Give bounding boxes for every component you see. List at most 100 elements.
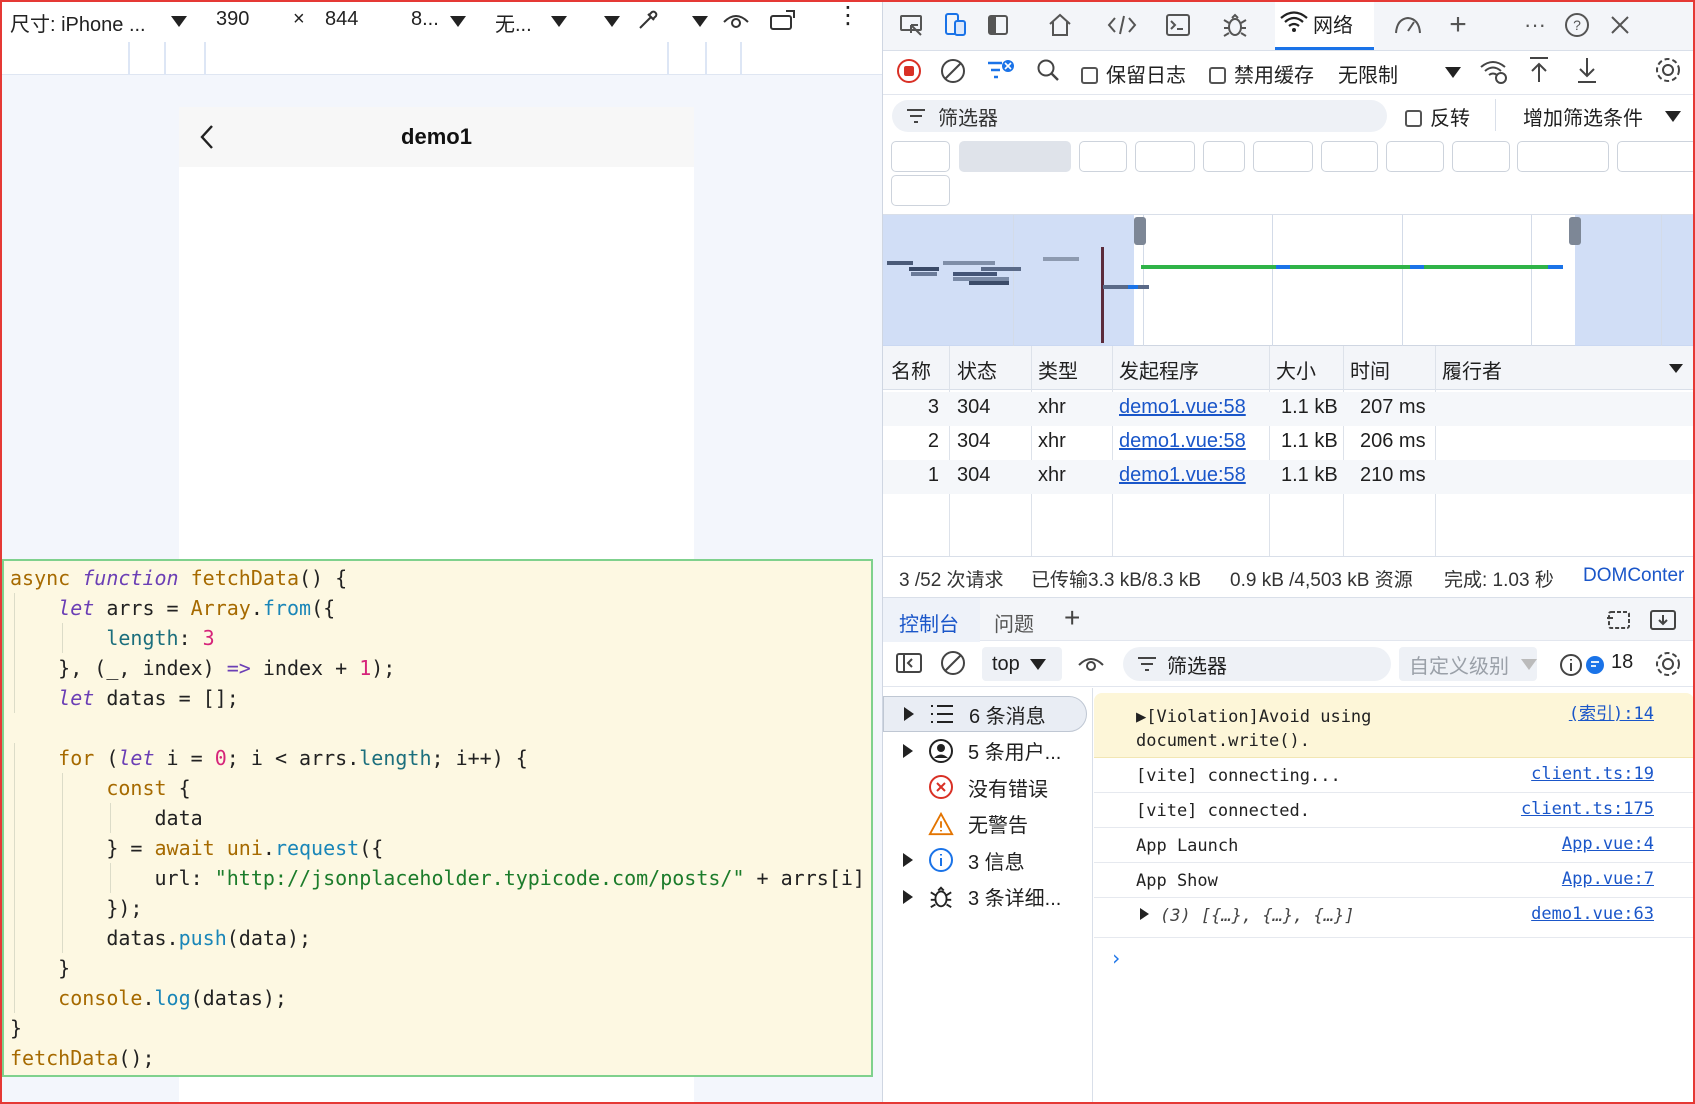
log-levels-select[interactable]: 自定义级别 bbox=[1399, 647, 1537, 681]
preserve-log-checkbox[interactable]: 保留日志 bbox=[1081, 59, 1186, 88]
more-tools-icon[interactable]: ··· bbox=[1520, 10, 1550, 40]
chevron-left-icon[interactable] bbox=[197, 123, 217, 157]
filter-chip-9[interactable] bbox=[1517, 141, 1609, 172]
sidebar-icon[interactable] bbox=[983, 10, 1013, 40]
issues-badge-icon[interactable] bbox=[1585, 655, 1605, 681]
overview-right-handle[interactable] bbox=[1569, 217, 1581, 245]
console-sidebar-item[interactable]: 没有错误 bbox=[883, 769, 1093, 805]
search-icon[interactable] bbox=[1035, 57, 1061, 89]
column-header-6[interactable]: 履行者 bbox=[1442, 355, 1502, 384]
upload-icon[interactable] bbox=[1527, 55, 1551, 91]
close-drawer-icon[interactable] bbox=[1649, 608, 1677, 638]
tab-console[interactable]: 控制台 bbox=[899, 608, 959, 637]
more-filters-button[interactable]: 增加筛选条件 bbox=[1523, 102, 1643, 131]
console-message[interactable]: (3) [{…}, {…}, {…}] demo1.vue:63 bbox=[1094, 898, 1694, 938]
column-header-4[interactable]: 大小 bbox=[1276, 355, 1316, 384]
console-source-link[interactable]: (索引):14 bbox=[1569, 699, 1654, 724]
table-row[interactable]: 2 304 xhr demo1.vue:58 1.1 kB 206 ms bbox=[883, 426, 1695, 460]
table-row[interactable]: 1 304 xhr demo1.vue:58 1.1 kB 210 ms bbox=[883, 460, 1695, 494]
column-header-0[interactable]: 名称 bbox=[891, 355, 931, 384]
tab-issues[interactable]: 问题 bbox=[994, 608, 1034, 637]
rotate-icon[interactable] bbox=[768, 8, 798, 38]
cell-initiator[interactable]: demo1.vue:58 bbox=[1119, 464, 1246, 487]
filter-toggle-icon[interactable] bbox=[986, 57, 1016, 91]
console-prompt[interactable]: › bbox=[1110, 946, 1122, 970]
add-tab-icon[interactable]: + bbox=[1443, 8, 1473, 41]
filter-chip-5[interactable] bbox=[1253, 141, 1313, 172]
eyedropper-icon[interactable] bbox=[634, 6, 662, 40]
console-message[interactable]: [vite] connecting... client.ts:19 bbox=[1094, 758, 1694, 793]
chevron-down-icon[interactable] bbox=[1665, 111, 1681, 122]
filter-input[interactable]: 筛选器 bbox=[892, 100, 1387, 132]
console-sidebar-item[interactable]: 无警告 bbox=[883, 806, 1093, 842]
console-settings-gear-icon[interactable] bbox=[1653, 649, 1683, 685]
console-sidebar-item[interactable]: 6 条消息 bbox=[883, 696, 1087, 732]
throttling-select[interactable]: 无限制 bbox=[1338, 59, 1398, 88]
expand-arrow-icon[interactable] bbox=[903, 889, 913, 904]
cell-initiator[interactable]: demo1.vue:58 bbox=[1119, 430, 1246, 453]
chevron-down-icon[interactable] bbox=[604, 16, 620, 27]
console-filter-input[interactable]: 筛选器 bbox=[1123, 647, 1391, 681]
network-conditions-icon[interactable] bbox=[1479, 57, 1509, 91]
home-icon[interactable] bbox=[1045, 10, 1075, 40]
eye-icon[interactable] bbox=[722, 8, 750, 38]
chevron-down-icon[interactable] bbox=[1445, 67, 1461, 78]
invert-checkbox[interactable]: 反转 bbox=[1405, 102, 1470, 131]
console-message[interactable]: App Launch App.vue:4 bbox=[1094, 828, 1694, 863]
close-icon[interactable] bbox=[1605, 10, 1635, 40]
chevron-down-icon[interactable] bbox=[1669, 364, 1683, 373]
context-select[interactable]: top bbox=[982, 647, 1062, 681]
expand-arrow-icon[interactable] bbox=[1140, 908, 1149, 920]
disable-cache-checkbox[interactable]: 禁用缓存 bbox=[1209, 59, 1314, 88]
throttle-select[interactable]: 无... bbox=[495, 8, 532, 37]
console-source-link[interactable]: client.ts:175 bbox=[1521, 799, 1654, 819]
filter-chip-10[interactable] bbox=[1617, 141, 1695, 172]
chevron-down-icon[interactable] bbox=[551, 16, 567, 27]
device-toggle-icon[interactable] bbox=[940, 10, 970, 40]
filter-chip-11[interactable] bbox=[891, 175, 950, 206]
filter-chip-0[interactable] bbox=[891, 141, 950, 172]
overview-left-handle[interactable] bbox=[1134, 217, 1146, 245]
console-source-link[interactable]: App.vue:4 bbox=[1562, 834, 1654, 854]
console-message[interactable]: App Show App.vue:7 bbox=[1094, 863, 1694, 898]
filter-chip-6[interactable] bbox=[1321, 141, 1378, 172]
chevron-down-icon[interactable] bbox=[450, 16, 466, 27]
console-icon[interactable] bbox=[1163, 10, 1193, 40]
filter-chip-8[interactable] bbox=[1452, 141, 1510, 172]
filter-chip-3[interactable] bbox=[1135, 141, 1195, 172]
console-source-link[interactable]: demo1.vue:63 bbox=[1531, 904, 1654, 924]
filter-chip-7[interactable] bbox=[1386, 141, 1444, 172]
expand-arrow-icon[interactable] bbox=[903, 853, 913, 867]
console-message[interactable]: ▶[Violation]Avoid using document.write()… bbox=[1094, 693, 1694, 758]
console-sidebar-icon[interactable] bbox=[895, 651, 923, 681]
media-query-ruler[interactable] bbox=[0, 42, 882, 75]
filter-chip-2[interactable] bbox=[1079, 141, 1127, 172]
width-input[interactable]: 390 bbox=[216, 8, 249, 31]
column-header-3[interactable]: 发起程序 bbox=[1119, 355, 1199, 384]
network-overview-timeline[interactable] bbox=[883, 214, 1695, 347]
console-source-link[interactable]: App.vue:7 bbox=[1562, 869, 1654, 889]
record-icon[interactable] bbox=[895, 57, 923, 91]
add-drawer-tab-icon[interactable]: + bbox=[1064, 602, 1080, 634]
filter-chip-4[interactable] bbox=[1203, 141, 1245, 172]
chevron-down-icon[interactable] bbox=[171, 16, 187, 27]
console-source-link[interactable]: client.ts:19 bbox=[1531, 764, 1654, 784]
sources-bug-icon[interactable] bbox=[1220, 10, 1250, 40]
column-header-5[interactable]: 时间 bbox=[1350, 355, 1390, 384]
chevron-down-icon[interactable] bbox=[692, 16, 708, 27]
expand-arrow-icon[interactable] bbox=[903, 743, 913, 758]
download-icon[interactable] bbox=[1575, 55, 1599, 91]
undock-icon[interactable] bbox=[1605, 608, 1633, 638]
height-input[interactable]: 844 bbox=[325, 8, 358, 31]
console-message[interactable]: [vite] connected. client.ts:175 bbox=[1094, 793, 1694, 828]
more-options-icon[interactable]: ⋮ bbox=[836, 4, 860, 28]
help-icon[interactable]: ? bbox=[1562, 10, 1592, 40]
device-select[interactable]: 尺寸: iPhone ... bbox=[10, 8, 146, 37]
elements-icon[interactable] bbox=[1107, 10, 1137, 40]
settings-gear-icon[interactable] bbox=[1653, 55, 1683, 91]
performance-icon[interactable] bbox=[1393, 10, 1423, 40]
info-icon[interactable] bbox=[1559, 653, 1583, 683]
console-sidebar-item[interactable]: 3 信息 bbox=[883, 842, 1093, 878]
column-header-2[interactable]: 类型 bbox=[1038, 355, 1078, 384]
cell-initiator[interactable]: demo1.vue:58 bbox=[1119, 396, 1246, 419]
